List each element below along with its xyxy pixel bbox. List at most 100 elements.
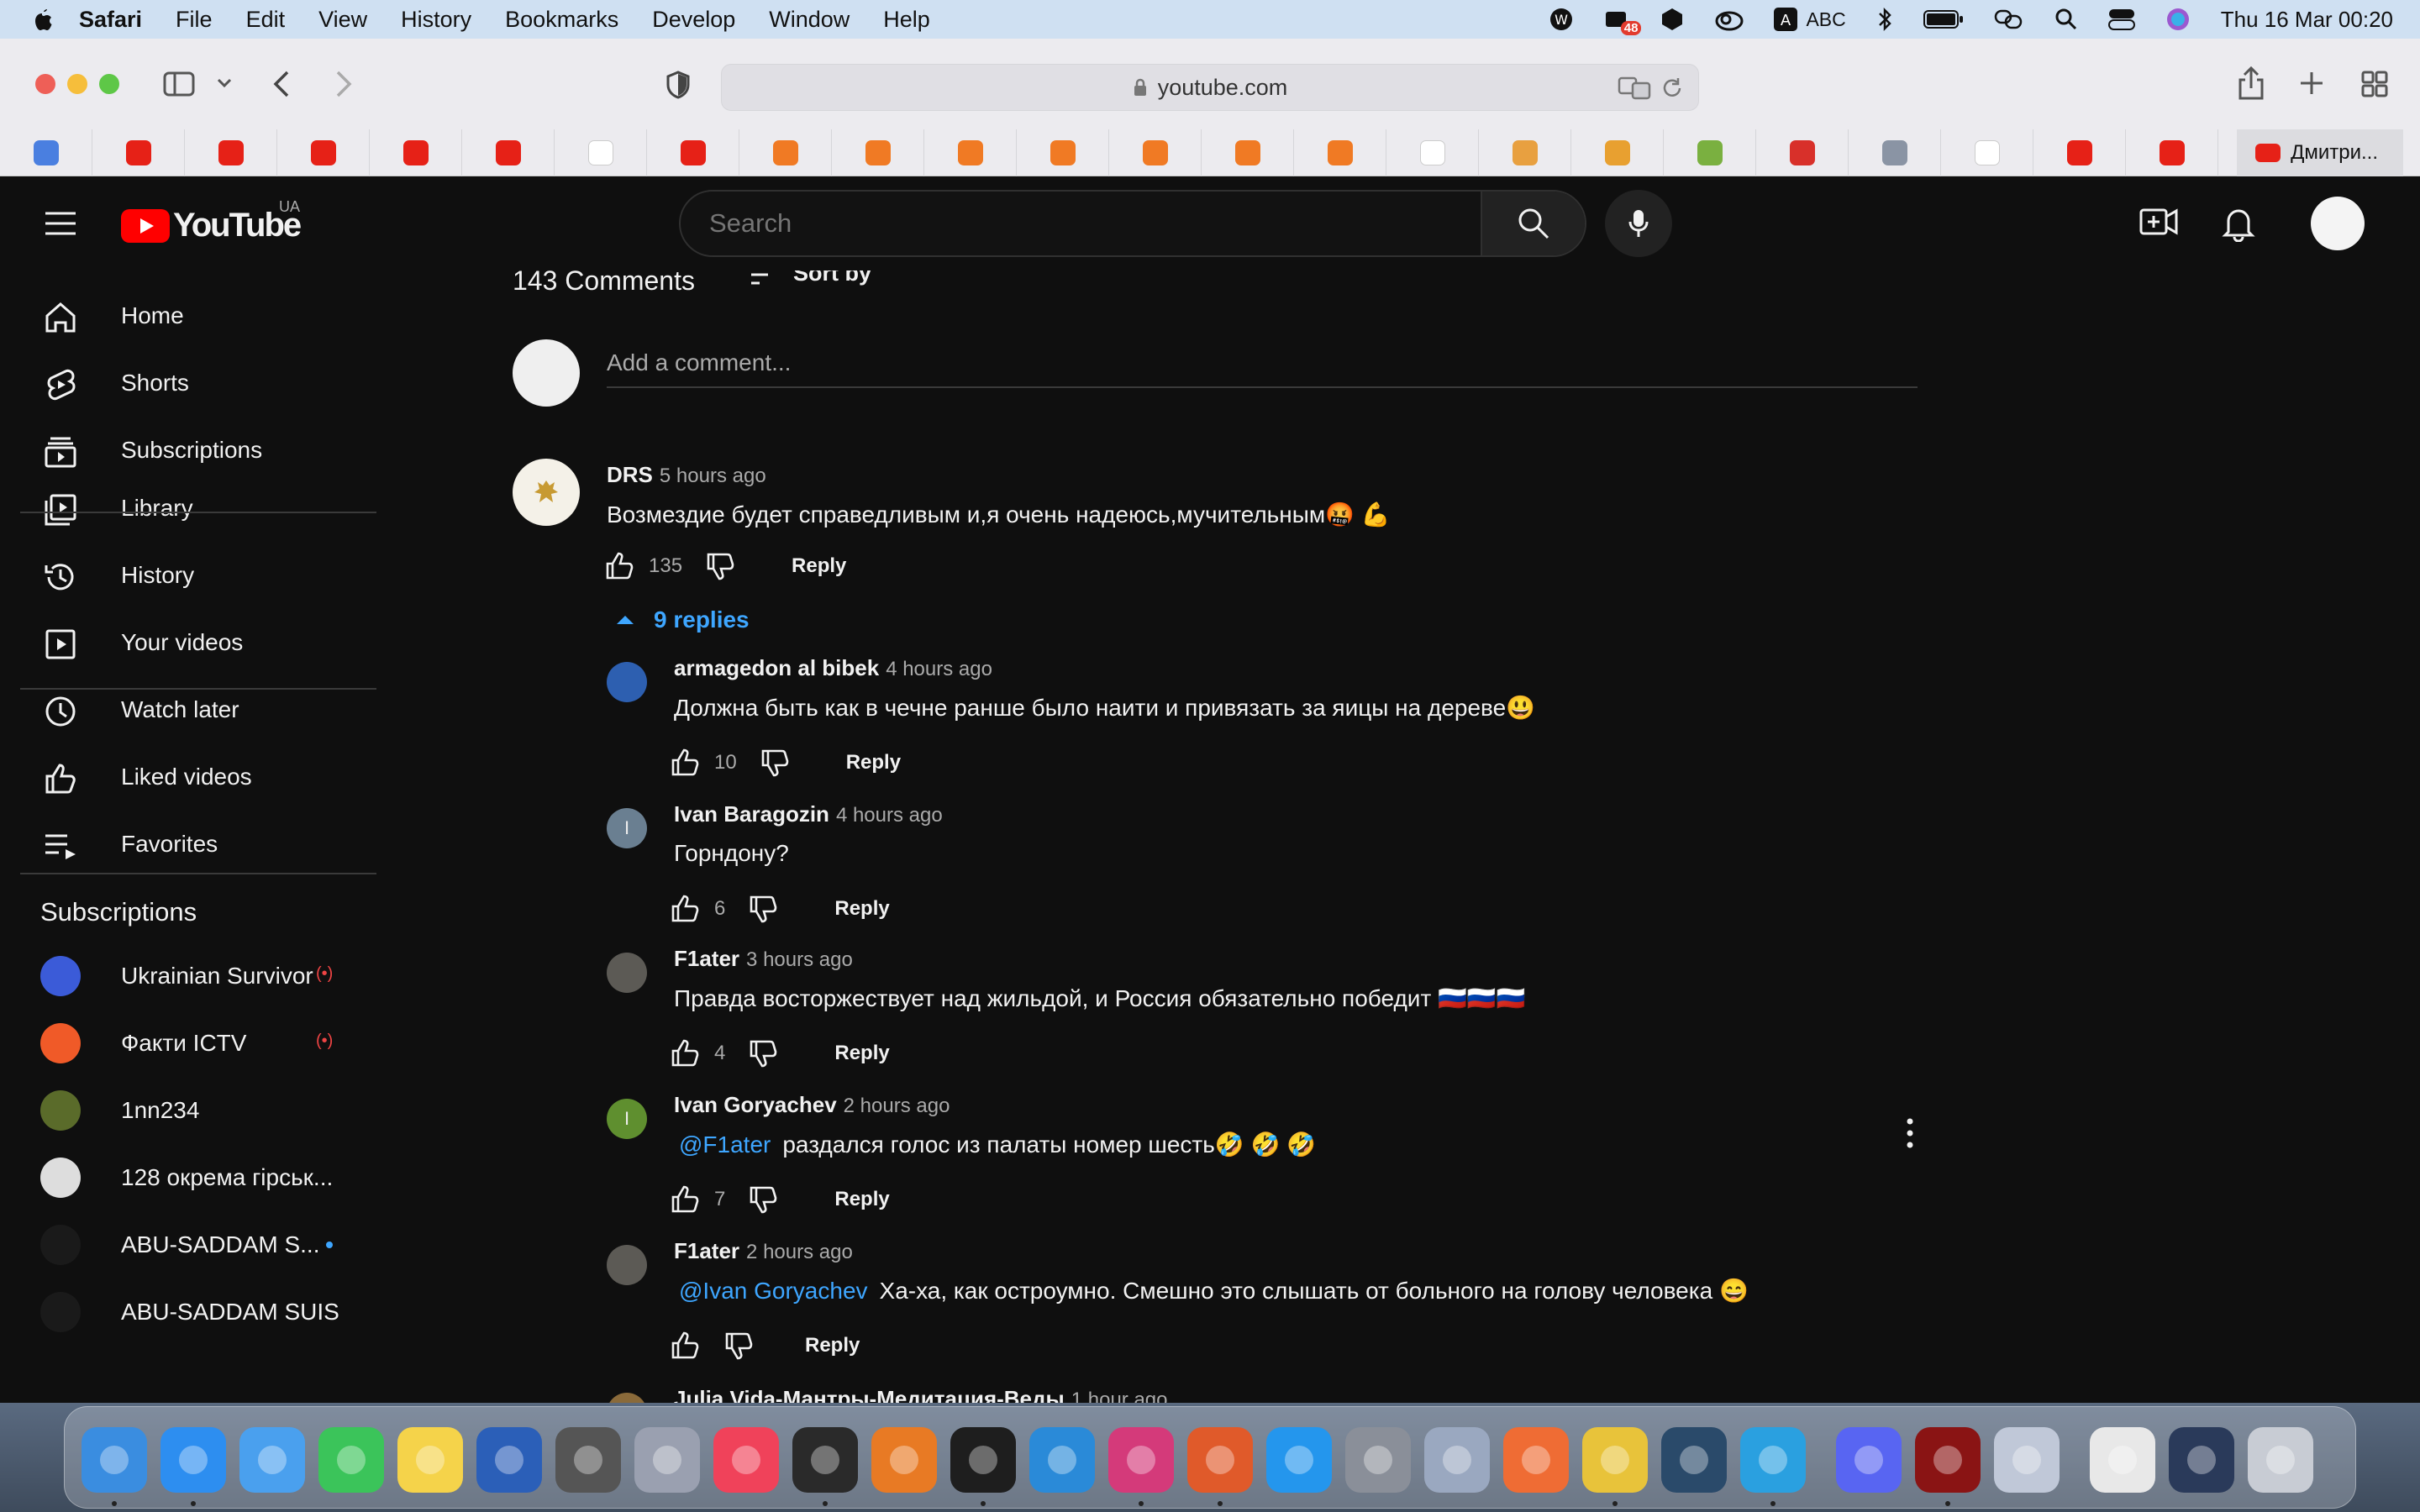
subscription-channel[interactable]: 1nn234	[0, 1077, 376, 1144]
mention-link[interactable]: @F1ater	[679, 1131, 771, 1158]
dock-app-mysql-workbench[interactable]	[1661, 1427, 1727, 1493]
replies-toggle[interactable]: 9 replies	[615, 606, 750, 633]
siri-icon[interactable]	[2165, 7, 2191, 32]
window-close-button[interactable]	[35, 74, 55, 94]
bookmark-item[interactable]	[1479, 129, 1571, 176]
sidebar-item-watch-later[interactable]: Watch later	[0, 676, 376, 743]
comment-timestamp[interactable]: 5 hours ago	[660, 465, 766, 487]
dislike-button[interactable]	[706, 551, 736, 581]
reply-timestamp[interactable]: 4 hours ago	[836, 804, 943, 827]
dock-app-vscode[interactable]	[1029, 1427, 1095, 1493]
voice-search-button[interactable]	[1605, 190, 1672, 257]
reply-avatar[interactable]	[607, 662, 647, 702]
dock-app-postman[interactable]	[1503, 1427, 1569, 1493]
reply-timestamp[interactable]: 4 hours ago	[886, 658, 992, 680]
reply-avatar[interactable]	[607, 953, 647, 993]
sidebar-toggle-icon[interactable]	[163, 71, 197, 97]
dock-app-finder[interactable]	[82, 1427, 147, 1493]
menu-clock[interactable]: Thu 16 Mar 00:20	[2221, 7, 2393, 33]
reply-button[interactable]: Reply	[805, 1334, 860, 1357]
subscription-channel[interactable]: ABU-SADDAM SUIS	[0, 1278, 376, 1346]
bookmark-item[interactable]	[1941, 129, 2033, 176]
reply-button[interactable]: Reply	[846, 751, 901, 774]
reply-button[interactable]: Reply	[834, 1042, 889, 1065]
share-icon[interactable]	[2237, 66, 2265, 101]
package-tray-icon[interactable]	[1660, 7, 1685, 32]
bookmark-item[interactable]	[0, 129, 92, 176]
reply-author[interactable]: Ivan Baragozin 4 hours ago	[674, 801, 943, 827]
dislike-button[interactable]	[749, 894, 779, 924]
dock-app-safari[interactable]	[160, 1427, 226, 1493]
dock-app-word[interactable]	[476, 1427, 542, 1493]
dock-app-sublime-text[interactable]	[871, 1427, 937, 1493]
bookmark-item[interactable]	[647, 129, 739, 176]
menu-app-safari[interactable]: Safari	[79, 7, 142, 33]
bookmark-item[interactable]	[370, 129, 462, 176]
battery-icon[interactable]	[1923, 8, 1964, 30]
reply-author[interactable]: Julia Vida-Мантры-Медитация-Веды 1 hour a…	[674, 1386, 1168, 1403]
menu-edit[interactable]: Edit	[246, 7, 286, 33]
notification-tray-icon[interactable]: 48	[1604, 8, 1642, 35]
bookmark-item[interactable]	[92, 129, 185, 176]
bookmark-item[interactable]	[555, 129, 647, 176]
bookmark-item[interactable]	[1571, 129, 1664, 176]
dock-app-preview[interactable]	[1994, 1427, 2060, 1493]
bookmark-item[interactable]	[1202, 129, 1294, 176]
guide-menu-icon[interactable]	[44, 210, 77, 237]
menu-view[interactable]: View	[318, 7, 367, 33]
dislike-button[interactable]	[760, 748, 791, 778]
window-minimize-button[interactable]	[67, 74, 87, 94]
window-zoom-button[interactable]	[99, 74, 119, 94]
keyboard-layout-label[interactable]: ABC	[1806, 8, 1845, 31]
bookmark-item[interactable]	[277, 129, 370, 176]
dock-app-music[interactable]	[713, 1427, 779, 1493]
dock-app-wireguard-vpn[interactable]	[792, 1427, 858, 1493]
reply-timestamp[interactable]: 2 hours ago	[746, 1241, 853, 1263]
comment-author[interactable]: DRS 5 hours ago	[607, 462, 766, 488]
dock-app-telegram[interactable]	[1740, 1427, 1806, 1493]
dock-app-system-settings[interactable]	[1345, 1427, 1411, 1493]
like-button[interactable]: 6	[671, 894, 725, 924]
commenter-avatar[interactable]	[513, 459, 580, 526]
bookmark-item[interactable]	[1849, 129, 1941, 176]
bookmark-item[interactable]	[2033, 129, 2126, 176]
sidebar-item-history[interactable]: History	[0, 542, 376, 609]
creative-cloud-icon[interactable]	[1715, 8, 1744, 31]
like-button[interactable]: 7	[671, 1184, 725, 1215]
dislike-button[interactable]	[749, 1184, 779, 1215]
dock-app-flash-player[interactable]	[1915, 1427, 1981, 1493]
apple-icon[interactable]	[30, 6, 54, 33]
bookmark-item[interactable]	[1386, 129, 1479, 176]
chevron-down-icon[interactable]	[217, 77, 232, 89]
dock-app-calculator[interactable]	[555, 1427, 621, 1493]
subscription-channel[interactable]: Факти ICTV (•)	[0, 1010, 376, 1077]
subscription-channel[interactable]: ABU-SADDAM S...	[0, 1211, 376, 1278]
sidebar-item-subscriptions[interactable]: Subscriptions	[0, 417, 376, 484]
address-bar[interactable]: youtube.com	[721, 64, 1699, 111]
menu-file[interactable]: File	[176, 7, 213, 33]
subscription-channel[interactable]: Ukrainian Survivor (•)	[0, 942, 376, 1010]
like-button[interactable]: 10	[671, 748, 737, 778]
dock-app-screenshot[interactable]	[2169, 1427, 2234, 1493]
wireguard-tray-icon[interactable]: W	[1549, 7, 1574, 32]
dock-app-terminal[interactable]	[950, 1427, 1016, 1493]
reply-avatar[interactable]: I	[607, 808, 647, 848]
bookmark-item[interactable]	[1294, 129, 1386, 176]
bookmark-item-last[interactable]: Дмитри...	[2237, 129, 2403, 176]
reply-avatar[interactable]: I	[607, 1099, 647, 1139]
dock-app-trash[interactable]	[2248, 1427, 2313, 1493]
dock-app-xcode-tools[interactable]	[1424, 1427, 1490, 1493]
menu-bookmarks[interactable]: Bookmarks	[505, 7, 618, 33]
reply-author[interactable]: F1ater 2 hours ago	[674, 1238, 853, 1264]
search-input[interactable]	[709, 208, 1465, 239]
new-tab-icon[interactable]	[2299, 71, 2324, 96]
sidebar-item-favorites[interactable]: Favorites	[0, 811, 376, 878]
bookmark-item[interactable]	[1017, 129, 1109, 176]
dock-app-facetime[interactable]	[318, 1427, 384, 1493]
sidebar-item-liked-videos[interactable]: Liked videos	[0, 743, 376, 811]
bookmark-item[interactable]	[2126, 129, 2218, 176]
dislike-button[interactable]	[749, 1038, 779, 1068]
dock-app-chrome[interactable]	[1582, 1427, 1648, 1493]
dock-app-firefox[interactable]	[1187, 1427, 1253, 1493]
mention-link[interactable]: @Ivan Goryachev	[679, 1278, 868, 1304]
